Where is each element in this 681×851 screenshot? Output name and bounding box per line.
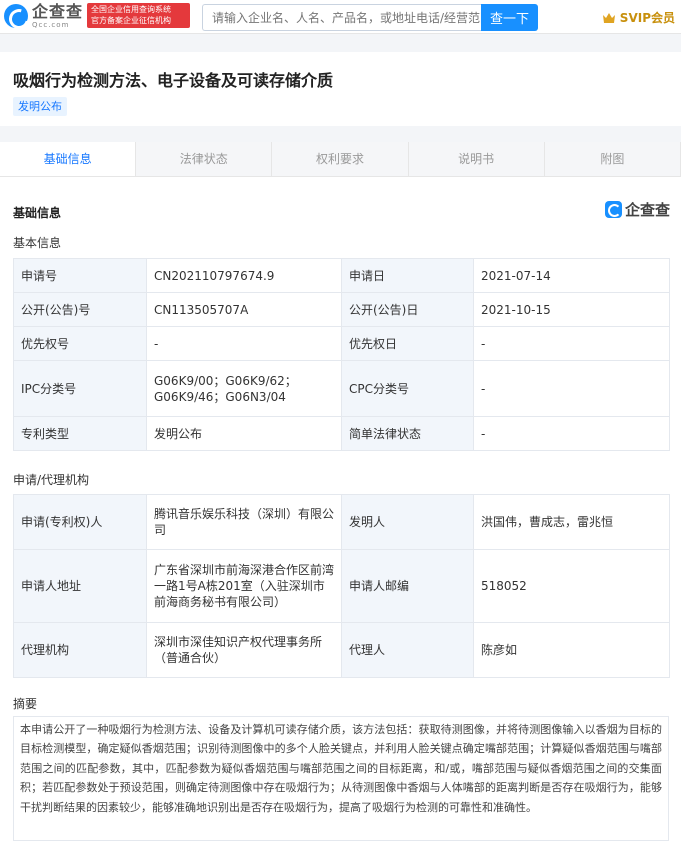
table-row: 申请号 CN202110797674.9 申请日 2021-07-14 — [13, 258, 670, 293]
field-label: 申请日 — [341, 258, 474, 293]
table-row: 代理机构 深圳市深佳知识产权代理事务所（普通合伙） 代理人 陈彦如 — [13, 622, 670, 678]
field-value: - — [473, 326, 670, 361]
tab-bar: 基础信息 法律状态 权利要求 说明书 附图 — [0, 142, 681, 177]
field-label: 申请号 — [13, 258, 147, 293]
basic-info-table: 申请号 CN202110797674.9 申请日 2021-07-14 公开(公… — [13, 258, 670, 451]
field-value: G06K9/00；G06K9/62；G06K9/46；G06N3/04 — [146, 360, 342, 417]
field-value: 广东省深圳市前海深港合作区前湾一路1号A栋201室（入驻深圳市前海商务秘书有限公… — [146, 549, 342, 623]
cert-line-2: 官方备案企业征信机构 — [91, 16, 171, 25]
table-row: 公开(公告)号 CN113505707A 公开(公告)日 2021-10-15 — [13, 292, 670, 327]
agency-subtitle: 申请/代理机构 — [13, 473, 90, 487]
field-value: 518052 — [473, 549, 670, 623]
field-label: IPC分类号 — [13, 360, 147, 417]
table-row: 申请人地址 广东省深圳市前海深港合作区前湾一路1号A栋201室（入驻深圳市前海商… — [13, 549, 670, 623]
field-label: 申请人邮编 — [341, 549, 474, 623]
field-label: 代理机构 — [13, 622, 147, 678]
brand-name: 企查查 — [624, 201, 670, 219]
patent-header: 吸烟行为检测方法、电子设备及可读存储介质 发明公布 — [0, 52, 681, 126]
field-value: CN202110797674.9 — [146, 258, 342, 293]
certification-badge[interactable]: 全国企业信用查询系统 官方备案企业征信机构 — [87, 3, 190, 28]
logo-name: 企查查 — [32, 1, 84, 21]
field-value: 2021-10-15 — [473, 292, 670, 327]
field-value: - — [146, 326, 342, 361]
tab-claims[interactable]: 权利要求 — [272, 142, 409, 176]
field-value: 2021-07-14 — [473, 258, 670, 293]
field-label: 优先权日 — [341, 326, 474, 361]
field-value: - — [473, 416, 670, 451]
logo-domain: Qcc.com — [32, 20, 70, 29]
field-label: 发明人 — [341, 494, 474, 550]
svip-link[interactable]: SVIP会员 — [602, 9, 675, 26]
tab-drawings[interactable]: 附图 — [544, 142, 681, 176]
agency-link[interactable]: 深圳市深佳知识产权代理事务所（普通合伙） — [146, 622, 342, 678]
table-row: 专利类型 发明公布 简单法律状态 - — [13, 416, 670, 451]
field-value: 陈彦如 — [473, 622, 670, 678]
abstract-subtitle: 摘要 — [13, 697, 38, 711]
tab-description[interactable]: 说明书 — [408, 142, 545, 176]
abstract-text: 本申请公开了一种吸烟行为检测方法、设备及计算机可读存储介质，该方法包括：获取待测… — [13, 716, 669, 841]
qcc-logo-icon — [604, 201, 622, 218]
search-input[interactable] — [202, 4, 481, 31]
tab-basic-info[interactable]: 基础信息 — [0, 142, 137, 176]
field-label: 公开(公告)日 — [341, 292, 474, 327]
section-title: 基础信息 — [13, 206, 62, 220]
field-label: 申请人地址 — [13, 549, 147, 623]
field-value: 发明公布 — [146, 416, 342, 451]
logo-icon — [4, 4, 28, 28]
field-label: 简单法律状态 — [341, 416, 474, 451]
field-label: 代理人 — [341, 622, 474, 678]
svip-label: SVIP会员 — [619, 11, 675, 25]
applicant-link[interactable]: 腾讯音乐娱乐科技（深圳）有限公司 — [146, 494, 342, 550]
top-bar: 企查查 Qcc.com 全国企业信用查询系统 官方备案企业征信机构 查一下 SV… — [0, 0, 681, 34]
patent-title: 吸烟行为检测方法、电子设备及可读存储介质 — [13, 71, 334, 90]
site-logo[interactable]: 企查查 Qcc.com — [4, 3, 83, 29]
table-row: 优先权号 - 优先权日 - — [13, 326, 670, 361]
table-row: 申请(专利权)人 腾讯音乐娱乐科技（深圳）有限公司 发明人 洪国伟，曹成志，雷兆… — [13, 494, 670, 550]
field-label: 申请(专利权)人 — [13, 494, 147, 550]
field-value: CN113505707A — [146, 292, 342, 327]
field-label: 专利类型 — [13, 416, 147, 451]
tab-legal-status[interactable]: 法律状态 — [136, 142, 273, 176]
main-content: 基础信息 企查查 基本信息 申请号 CN202110797674.9 申请日 2… — [0, 177, 681, 851]
crown-icon — [602, 12, 615, 23]
status-badge: 发明公布 — [13, 97, 67, 116]
cert-line-1: 全国企业信用查询系统 — [91, 5, 171, 14]
agency-table: 申请(专利权)人 腾讯音乐娱乐科技（深圳）有限公司 发明人 洪国伟，曹成志，雷兆… — [13, 494, 670, 678]
brand-watermark: 企查查 — [604, 199, 670, 220]
table-row: IPC分类号 G06K9/00；G06K9/62；G06K9/46；G06N3/… — [13, 360, 670, 417]
field-value: - — [473, 360, 670, 417]
field-value: 洪国伟，曹成志，雷兆恒 — [473, 494, 670, 550]
basic-info-subtitle: 基本信息 — [13, 236, 62, 250]
field-label: 公开(公告)号 — [13, 292, 147, 327]
field-label: CPC分类号 — [341, 360, 474, 417]
search-button[interactable]: 查一下 — [481, 4, 538, 31]
field-label: 优先权号 — [13, 326, 147, 361]
